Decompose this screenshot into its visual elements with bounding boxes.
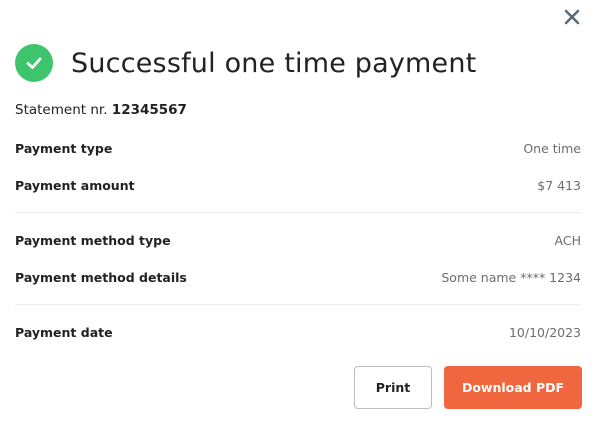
method-details-value: Some name **** 1234 [441,270,581,285]
method-type-value: ACH [554,233,581,248]
payment-type-label: Payment type [15,141,113,156]
dialog-header: Successful one time payment [15,44,476,82]
detail-row-method-type: Payment method type ACH [15,233,581,248]
divider [15,304,581,305]
payment-success-dialog: Successful one time payment Statement nr… [0,0,596,427]
download-pdf-button[interactable]: Download PDF [444,366,582,409]
dialog-title: Successful one time payment [71,47,477,79]
checkmark-icon [15,44,53,82]
method-details-label: Payment method details [15,270,187,285]
statement-number: 12345567 [111,102,187,118]
method-type-label: Payment method type [15,233,171,248]
detail-row-payment-amount: Payment amount $7 413 [15,178,581,193]
statement-label: Statement nr. [15,102,108,118]
print-button[interactable]: Print [354,366,432,409]
payment-amount-value: $7 413 [537,178,581,193]
payment-type-value: One time [523,141,581,156]
detail-row-method-details: Payment method details Some name **** 12… [15,270,581,285]
statement-line: Statement nr. 12345567 [15,102,187,118]
payment-amount-label: Payment amount [15,178,135,193]
divider [15,212,581,213]
detail-row-payment-date: Payment date 10/10/2023 [15,325,581,340]
payment-date-label: Payment date [15,325,113,340]
payment-date-value: 10/10/2023 [508,325,581,340]
detail-row-payment-type: Payment type One time [15,141,581,156]
close-icon[interactable] [562,7,582,27]
